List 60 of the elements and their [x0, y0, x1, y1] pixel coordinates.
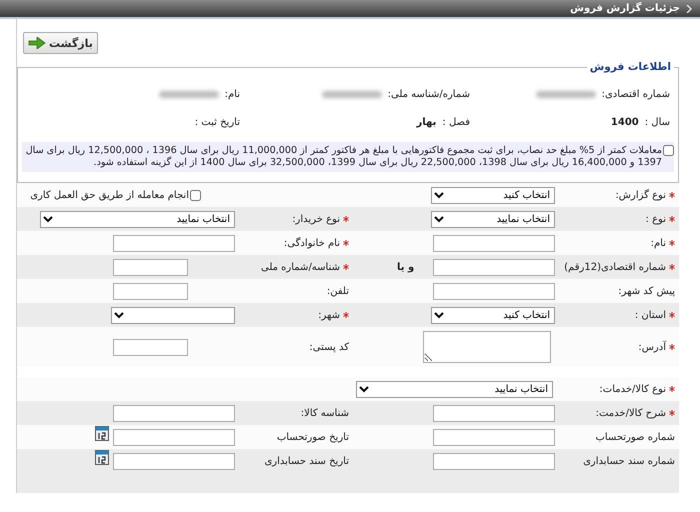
input-field[interactable] [113, 404, 235, 422]
info-label: سال : [644, 116, 670, 128]
field-label: شناسه کالا: [300, 408, 349, 418]
field-label: آدرس: [638, 342, 666, 352]
date-field[interactable] [113, 428, 235, 446]
info-value: 1400 [610, 116, 639, 128]
dropdown[interactable]: انتخاب کنید [431, 186, 555, 204]
input-field[interactable] [113, 258, 188, 276]
info-label: شماره اقتصادی: [602, 88, 670, 100]
notice-text: معاملات کمتر از 5% مبلغ حد نصاب، برای ثبت مجموع فاکتورهایی با مبلغ هر فاکتور کمتر از 11,000,000 ریال برای سال 1396 ، 12,500,000 ریال برای سال 1397 و 16,400,000 ریال برای سال 1398، 22,500,000 ریال برای سال 1399، 32,500,000 برای سال 1400 از این گزینه استفاده شود. [24, 145, 662, 169]
field-label: شرح کالا/خدمت: [596, 408, 666, 418]
field-label: پیش کد شهر: [618, 286, 675, 296]
chevron-icon [686, 4, 692, 12]
info-label: فصل : [442, 116, 470, 128]
field-label: استان : [634, 310, 666, 320]
info-value: بهار [416, 116, 436, 128]
input-field[interactable] [433, 428, 555, 446]
input-field[interactable] [113, 338, 188, 356]
field-label: شماره سند حسابداری [583, 456, 675, 466]
input-field[interactable] [113, 234, 235, 252]
info-label: تاریخ ثبت : [194, 116, 240, 128]
text-area[interactable] [423, 331, 551, 363]
field-label: شماره اقتصادی(12رقم) [564, 262, 666, 272]
field-label: تاریخ سند حسابداری [264, 456, 349, 466]
field-label: تاریخ صورتحساب [276, 432, 349, 442]
field-label: کد پستی: [309, 342, 349, 352]
back-button[interactable]: بازگشت [23, 32, 98, 54]
dropdown[interactable]: انتخاب کنید [431, 306, 555, 324]
dropdown[interactable] [111, 306, 235, 324]
field-label: نام خانوادگی: [284, 238, 340, 248]
date-field[interactable] [113, 452, 235, 470]
calendar-icon[interactable] [95, 450, 109, 464]
field-label: نام: [650, 238, 666, 248]
dropdown[interactable]: انتخاب نمایید [40, 210, 235, 228]
dropdown[interactable]: انتخاب نمایید [356, 380, 553, 398]
calendar-icon[interactable] [95, 426, 109, 440]
checkbox[interactable] [190, 190, 201, 200]
or-label: و یا [397, 262, 414, 272]
input-field[interactable] [433, 452, 555, 470]
input-field[interactable] [113, 282, 188, 300]
dropdown[interactable]: انتخاب نمایید [431, 210, 555, 228]
field-label: تلفن: [326, 286, 349, 296]
field-label: نوع گزارش: [615, 190, 666, 200]
field-label: نوع : [646, 214, 666, 224]
input-field[interactable] [433, 234, 555, 252]
info-label: نام: [224, 88, 240, 100]
checkbox[interactable] [663, 145, 674, 156]
field-label: شهر: [318, 310, 340, 320]
field-label: شماره صورتحساب [595, 432, 675, 442]
field-label: نوع کالا/خدمات: [599, 384, 666, 394]
input-field[interactable] [433, 282, 555, 300]
field-label: نوع خریدار: [292, 214, 340, 224]
field-label: شناسه/شماره ملی [260, 262, 340, 272]
arrow-icon [28, 37, 46, 49]
section-title: اطلاعات فروش [586, 61, 674, 73]
info-label: شماره/شناسه ملی: [388, 88, 470, 100]
page-title: جزئیات گزارش فروش [570, 3, 680, 14]
checkbox-label: انجام معامله از طریق حق العمل کاری [30, 190, 189, 200]
input-field[interactable] [433, 404, 555, 422]
input-field[interactable] [433, 258, 555, 276]
